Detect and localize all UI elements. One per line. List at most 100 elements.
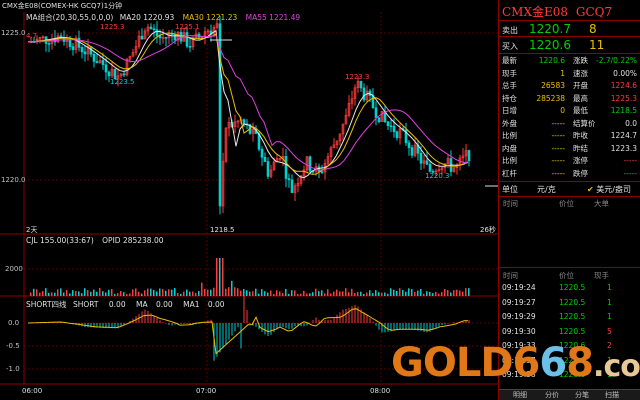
volume-bar xyxy=(102,291,104,296)
volume-bar xyxy=(117,293,119,296)
candle-body xyxy=(83,51,87,55)
volume-bar xyxy=(318,291,320,296)
volume-bar xyxy=(402,289,404,296)
volume-bar xyxy=(141,293,143,296)
unit-label: 单位 xyxy=(502,185,518,194)
volume-bar xyxy=(354,292,356,296)
ma30-value: 1221.23 xyxy=(206,13,238,22)
candle-body xyxy=(374,107,378,118)
quote-value: 1218.5 xyxy=(610,106,637,115)
candle-body xyxy=(320,171,324,173)
volume-bar xyxy=(408,288,410,296)
cjl-value: 155.00(33:67) xyxy=(40,236,94,245)
ma-legend: MA组合(20,30,55,0,0,0) MA20 1220.93 MA30 1… xyxy=(26,12,300,23)
tick-row[interactable]: 09:19:24 1220.5 1 xyxy=(499,282,640,294)
quote-value: 1223.3 xyxy=(610,143,637,153)
volume-bar xyxy=(78,291,80,296)
volume-bar xyxy=(363,293,365,296)
short-tick-neg1: -1.0 xyxy=(6,365,20,373)
volume-bar xyxy=(168,289,170,296)
candle-body xyxy=(392,125,396,133)
tab-detail[interactable]: 明细 xyxy=(513,390,527,400)
candle-body xyxy=(155,29,159,36)
volume-bar xyxy=(351,288,353,296)
volume-bar xyxy=(375,290,377,296)
buy-label: 买入 xyxy=(502,42,518,51)
candle-body xyxy=(80,47,84,53)
list1-col-price: 价位 xyxy=(559,199,574,208)
volume-bar xyxy=(186,289,188,296)
quote-row: 比例 ----- 涨停 ----- xyxy=(499,155,640,167)
tick-row[interactable]: 09:19:29 1220.5 1 xyxy=(499,311,640,323)
quote-row: 杠杆 ----- 跌停 ----- xyxy=(499,168,640,180)
volume-bar xyxy=(279,291,281,296)
volume-bar xyxy=(150,288,152,296)
volume-bar xyxy=(87,290,89,296)
quote-row: 现手 1 速涨 0.00% xyxy=(499,68,640,80)
list2-col-time: 时间 xyxy=(503,271,518,280)
candle-body xyxy=(242,119,246,125)
buy-price: 1220.6 xyxy=(529,38,571,52)
quote-label: 结算价 xyxy=(573,118,596,128)
volume-bar xyxy=(96,291,98,296)
short-tick-0: 0.0 xyxy=(8,319,20,327)
volume-bar xyxy=(138,291,140,296)
quote-label: 跌停 xyxy=(573,168,588,178)
tab-tick-split[interactable]: 分笔 xyxy=(575,390,589,400)
volume-bar xyxy=(378,292,380,296)
volume-bar xyxy=(414,291,416,296)
short-ma1-value: 0.00 xyxy=(207,300,225,309)
volume-bar xyxy=(213,287,215,296)
volume-header: CJL 155.00(33:67) OPID 285238.00 xyxy=(26,236,164,245)
volume-bar xyxy=(144,290,146,296)
volume-bar xyxy=(99,288,101,296)
volume-bar xyxy=(411,289,413,296)
volume-bar xyxy=(282,292,284,296)
volume-bar xyxy=(405,291,407,296)
volume-bar xyxy=(468,288,470,296)
tab-price-split[interactable]: 分价 xyxy=(545,390,559,400)
candle-body xyxy=(122,73,126,76)
volume-bar xyxy=(321,290,323,296)
candlesticks xyxy=(29,15,471,215)
watermark-part1: GOLD6 xyxy=(391,340,540,386)
volume-bar xyxy=(291,290,293,296)
candle-body xyxy=(95,61,99,64)
tick-time: 09:19:29 xyxy=(502,312,536,321)
tab-scan[interactable]: 扫描 xyxy=(605,390,619,400)
watermark-part2: 6 xyxy=(539,340,567,386)
volume-bar xyxy=(387,293,389,296)
quote-label: 日增 xyxy=(502,106,517,115)
candle-body xyxy=(260,148,264,158)
volume-bar xyxy=(75,291,77,296)
volume-bar xyxy=(222,258,224,296)
candle-body xyxy=(425,160,429,165)
volume-bar xyxy=(135,288,137,296)
unit-option[interactable]: ✔ 美元/盎司 xyxy=(587,184,631,195)
tick-row[interactable]: 09:19:27 1220.5 1 xyxy=(499,297,640,309)
buy-volume: 11 xyxy=(589,38,605,52)
volume-bar xyxy=(417,290,419,296)
candle-body xyxy=(428,163,432,172)
quote-label: 涨跌 xyxy=(573,56,588,65)
volume-bar xyxy=(252,291,254,296)
quote-row: 持仓 285238 最高 1225.3 xyxy=(499,93,640,105)
quote-label: 最高 xyxy=(573,93,588,103)
quote-label: 杠杆 xyxy=(502,168,517,178)
quote-value: ----- xyxy=(551,168,565,178)
tick-row[interactable]: 09:19:30 1220.5 5 xyxy=(499,326,640,338)
quote-value: ----- xyxy=(551,143,565,153)
quote-label: 昨结 xyxy=(573,143,588,153)
quote-value: ----- xyxy=(551,156,565,165)
ma55-label: MA55 xyxy=(245,13,267,22)
volume-bar xyxy=(156,291,158,296)
time-tick-0600: 06:00 xyxy=(22,387,43,395)
candle-body xyxy=(395,131,399,139)
volume-bar xyxy=(204,288,206,296)
volume-bar xyxy=(171,289,173,296)
unit-value[interactable]: 元/克 xyxy=(537,184,556,195)
quote-value: ----- xyxy=(551,118,565,128)
candle-body xyxy=(107,71,111,77)
quote-row: 日增 0 最低 1218.5 xyxy=(499,105,640,117)
annotation-high2: 1225.1 xyxy=(175,23,200,31)
